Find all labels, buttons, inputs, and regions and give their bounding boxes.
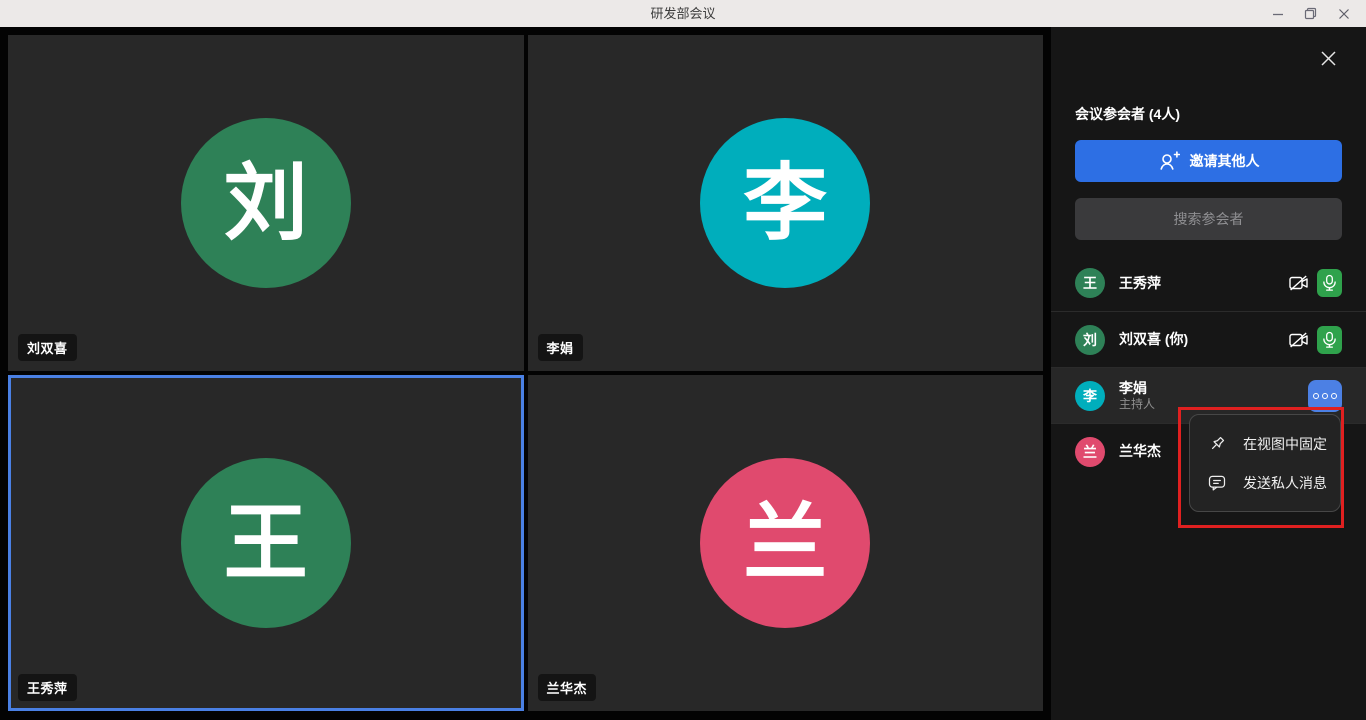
invite-others-button[interactable]: 邀请其他人 bbox=[1075, 140, 1342, 182]
video-tile-lijuan[interactable]: 李 李娟 bbox=[528, 35, 1044, 371]
mic-icon bbox=[1322, 274, 1337, 292]
avatar: 王 bbox=[1075, 268, 1105, 298]
title-bar: 研发部会议 bbox=[0, 0, 1366, 27]
restore-icon bbox=[1304, 7, 1317, 20]
avatar: 兰 bbox=[1075, 437, 1105, 467]
minimize-button[interactable] bbox=[1261, 0, 1294, 27]
avatar: 兰 bbox=[700, 458, 870, 628]
participants-panel: 会议参会者 (4人) 邀请其他人 王 王秀萍 bbox=[1051, 27, 1366, 720]
mic-icon bbox=[1322, 331, 1337, 349]
more-dots-icon bbox=[1313, 393, 1319, 399]
tile-name-label: 刘双喜 bbox=[18, 334, 77, 361]
participants-header: 会议参会者 (4人) bbox=[1075, 104, 1180, 124]
minimize-icon bbox=[1272, 8, 1284, 20]
restore-button[interactable] bbox=[1294, 0, 1327, 27]
tile-name-label: 王秀萍 bbox=[18, 674, 77, 701]
mic-on-button[interactable] bbox=[1317, 269, 1342, 297]
close-icon bbox=[1320, 50, 1337, 67]
video-tile-lanhuajie[interactable]: 兰 兰华杰 bbox=[528, 375, 1044, 711]
avatar: 李 bbox=[700, 118, 870, 288]
menu-item-pin-in-view[interactable]: 在视图中固定 bbox=[1190, 424, 1340, 463]
invite-button-label: 邀请其他人 bbox=[1190, 151, 1260, 171]
video-tile-wangxiuping-selected[interactable]: 王 王秀萍 bbox=[8, 375, 524, 711]
video-tile-liushuangxi[interactable]: 刘 刘双喜 bbox=[8, 35, 524, 371]
person-add-icon bbox=[1158, 151, 1180, 171]
close-window-button[interactable] bbox=[1327, 0, 1360, 27]
window-title: 研发部会议 bbox=[0, 0, 1366, 27]
avatar-initial: 兰 bbox=[1083, 442, 1097, 462]
close-panel-button[interactable] bbox=[1317, 47, 1339, 69]
avatar: 刘 bbox=[181, 118, 351, 288]
avatar-initial: 刘 bbox=[224, 161, 308, 245]
window-controls bbox=[1261, 0, 1360, 27]
participant-name: 李娟 bbox=[1119, 380, 1308, 397]
camera-off-icon bbox=[1289, 332, 1308, 348]
participant-role: 主持人 bbox=[1119, 397, 1308, 412]
menu-item-send-private-message[interactable]: 发送私人消息 bbox=[1190, 463, 1340, 502]
avatar-initial: 李 bbox=[1083, 386, 1097, 406]
close-window-icon bbox=[1338, 8, 1350, 20]
avatar: 李 bbox=[1075, 381, 1105, 411]
menu-item-label: 发送私人消息 bbox=[1243, 473, 1327, 493]
menu-item-label: 在视图中固定 bbox=[1243, 434, 1327, 454]
search-participants-input[interactable] bbox=[1075, 198, 1342, 240]
avatar-initial: 兰 bbox=[743, 501, 827, 585]
video-grid: 刘 刘双喜 李 李娟 王 王秀萍 兰 兰华杰 bbox=[8, 35, 1043, 711]
camera-off-icon bbox=[1289, 275, 1308, 291]
context-menu: 在视图中固定 发送私人消息 bbox=[1189, 414, 1341, 512]
tile-name-label: 兰华杰 bbox=[538, 674, 597, 701]
more-actions-button[interactable] bbox=[1308, 380, 1342, 412]
avatar-initial: 刘 bbox=[1083, 330, 1097, 350]
avatar-initial: 王 bbox=[224, 501, 308, 585]
avatar: 刘 bbox=[1075, 325, 1105, 355]
participant-row-wangxiuping[interactable]: 王 王秀萍 bbox=[1051, 255, 1366, 311]
participant-name: 王秀萍 bbox=[1119, 275, 1289, 292]
avatar: 王 bbox=[181, 458, 351, 628]
participant-row-liushuangxi-self[interactable]: 刘 刘双喜 (你) bbox=[1051, 311, 1366, 367]
tile-name-label: 李娟 bbox=[538, 334, 583, 361]
pin-icon bbox=[1207, 434, 1227, 454]
participant-name: 刘双喜 (你) bbox=[1119, 331, 1289, 348]
avatar-initial: 王 bbox=[1083, 273, 1097, 293]
mic-on-button[interactable] bbox=[1317, 326, 1342, 354]
avatar-initial: 李 bbox=[743, 161, 827, 245]
message-icon bbox=[1207, 473, 1227, 493]
